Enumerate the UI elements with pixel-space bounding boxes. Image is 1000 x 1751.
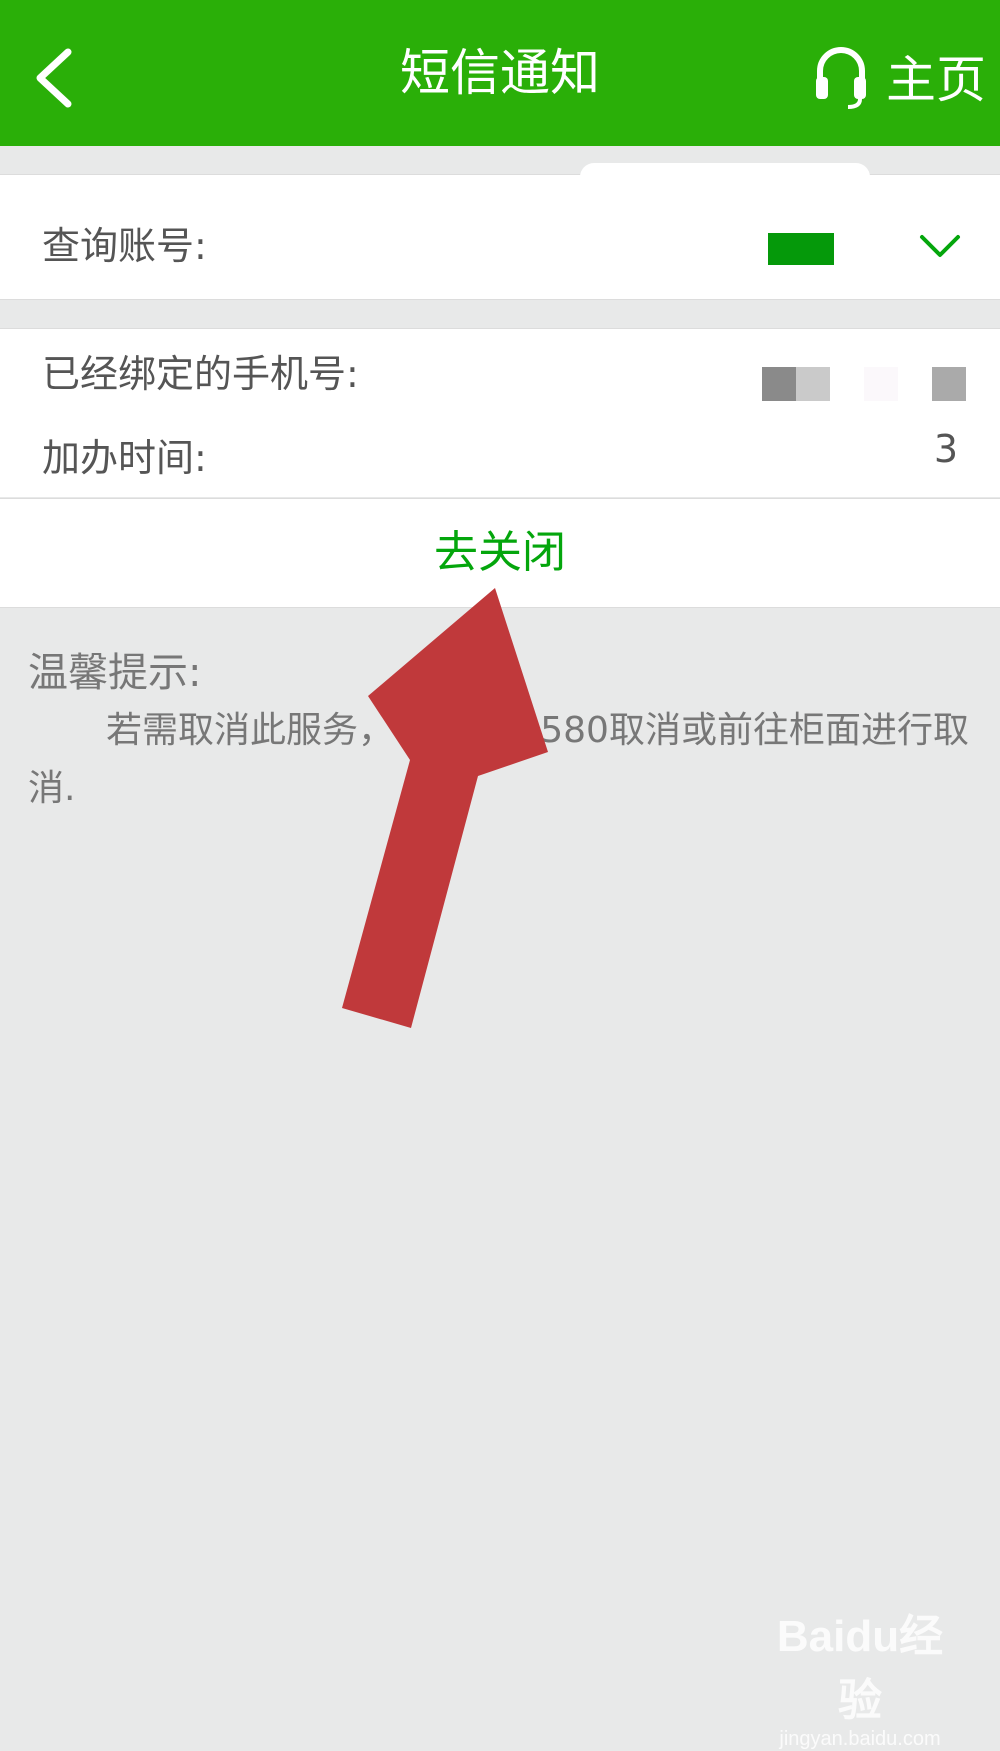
account-dropdown-toggle[interactable]: [916, 227, 964, 263]
redaction-patch: [580, 163, 870, 191]
home-button[interactable]: 主页: [812, 38, 986, 114]
watermark-url: jingyan.baidu.com: [779, 1728, 941, 1750]
headset-icon: [816, 47, 866, 109]
watermark-logo: Baidu经验: [776, 1612, 944, 1725]
phone-label: 已经绑定的手机号:: [42, 352, 359, 396]
chevron-down-icon: [920, 235, 960, 257]
back-button[interactable]: [28, 38, 88, 118]
top-navigation-bar: 短信通知 主页: [0, 0, 1000, 146]
account-panel[interactable]: 查询账号:: [0, 163, 1000, 300]
annotation-arrow: [342, 588, 548, 1028]
binding-info-panel: 已经绑定的手机号: 加办时间: 3: [0, 328, 1000, 497]
watermark: Baidu经验 jingyan.baidu.com: [770, 1600, 950, 1751]
time-value: 3: [933, 427, 958, 471]
time-label: 加办时间:: [42, 436, 207, 480]
tips-title: 温馨提示:: [28, 650, 202, 696]
account-number-masked: [768, 233, 834, 265]
home-label: 主页: [886, 51, 986, 109]
chevron-left-icon: [36, 48, 72, 108]
account-label: 查询账号:: [42, 224, 207, 268]
phone-number-masked: [762, 367, 966, 401]
